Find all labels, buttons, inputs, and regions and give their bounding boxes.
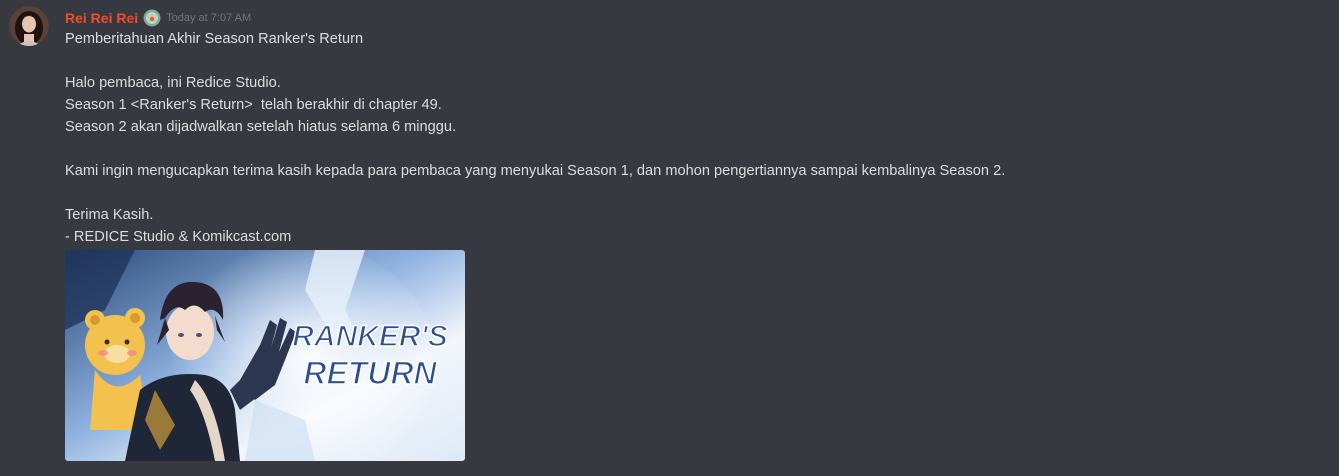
message-line-greeting: Halo pembaca, ini Redice Studio. bbox=[65, 75, 281, 91]
image-attachment[interactable]: RANKER'S RETURN bbox=[65, 250, 465, 461]
message-line-blank bbox=[65, 182, 1325, 204]
message-line-season1: Season 1 <Ranker's Return> telah berakhi… bbox=[65, 97, 442, 113]
role-badge-icon[interactable] bbox=[143, 9, 161, 27]
avatar[interactable] bbox=[9, 6, 49, 46]
avatar-image bbox=[9, 6, 49, 46]
timestamp: Today at 7:07 AM bbox=[166, 12, 252, 24]
rankers-return-banner: RANKER'S RETURN bbox=[65, 250, 465, 461]
message-content: Pemberitahuan Akhir Season Ranker's Retu… bbox=[65, 28, 1325, 248]
chat-message: Rei Rei Rei Today at 7:07 AM Pemberitahu… bbox=[0, 0, 1339, 476]
message-line-signature: - REDICE Studio & Komikcast.com bbox=[65, 229, 292, 245]
message-line-blank bbox=[65, 50, 1325, 72]
logo-line-1: RANKER'S bbox=[292, 320, 447, 353]
message-line-thanks: Kami ingin mengucapkan terima kasih kepa… bbox=[65, 163, 1006, 179]
username[interactable]: Rei Rei Rei bbox=[65, 8, 138, 28]
logo-line-2: RETURN bbox=[303, 355, 437, 391]
message-header: Rei Rei Rei Today at 7:07 AM bbox=[65, 8, 251, 28]
message-line-season2: Season 2 akan dijadwalkan setelah hiatus… bbox=[65, 119, 457, 135]
message-line-closing: Terima Kasih. bbox=[65, 207, 154, 223]
message-line-blank bbox=[65, 138, 1325, 160]
message-line-title: Pemberitahuan Akhir Season Ranker's Retu… bbox=[65, 31, 364, 47]
